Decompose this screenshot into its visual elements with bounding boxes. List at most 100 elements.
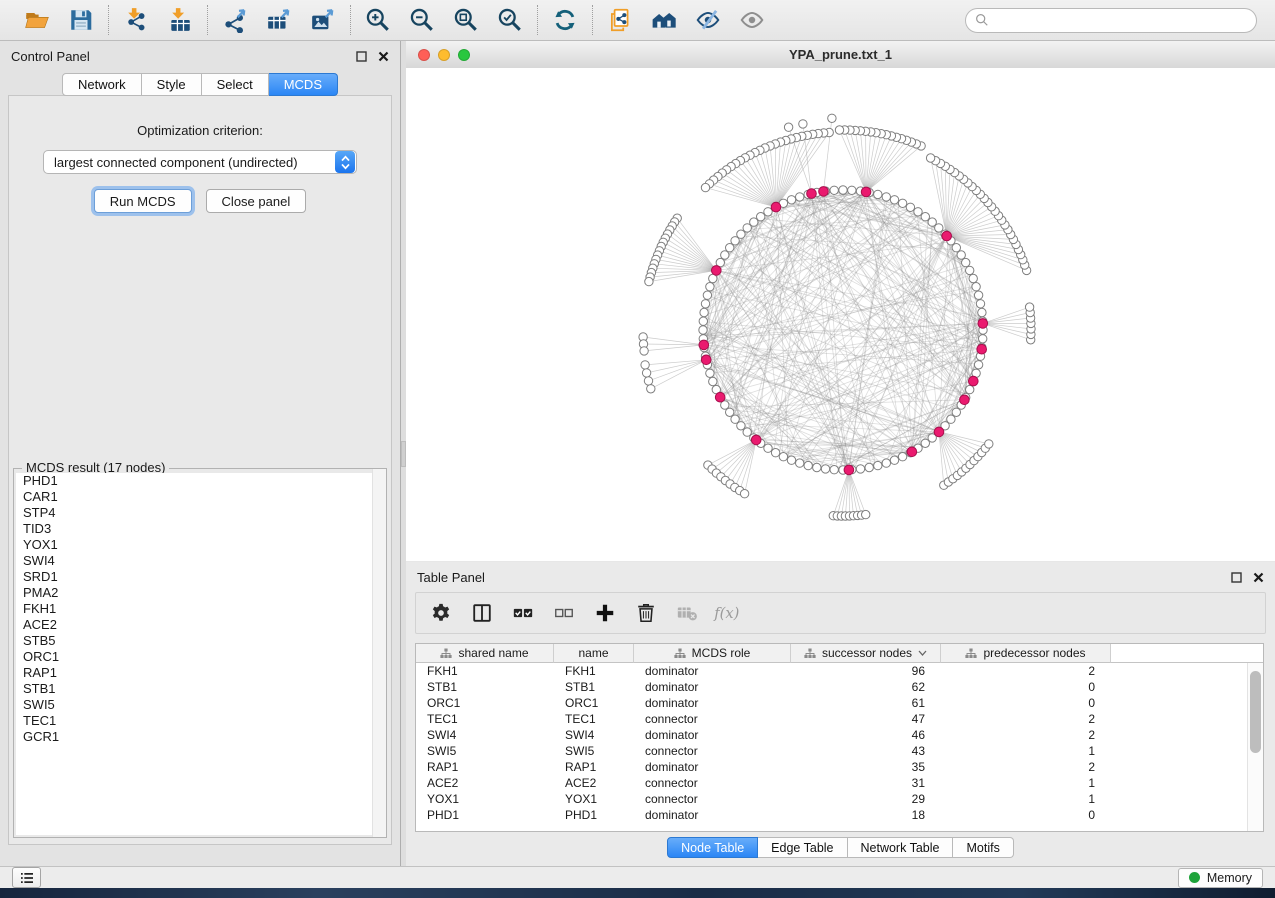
control-panel-title: Control Panel xyxy=(11,49,90,64)
memory-button[interactable]: Memory xyxy=(1178,868,1263,888)
zoom-fit-button[interactable] xyxy=(450,4,482,36)
first-neighbors-icon xyxy=(651,7,677,33)
desktop-wallpaper xyxy=(0,888,1275,898)
table-row[interactable]: STB1STB1dominator620 xyxy=(416,679,1263,695)
mcds-result-item[interactable]: STB1 xyxy=(16,681,384,697)
tab-node-table[interactable]: Node Table xyxy=(667,837,758,858)
table-row[interactable]: FKH1FKH1dominator962 xyxy=(416,663,1263,679)
table-row[interactable]: SWI4SWI4dominator462 xyxy=(416,727,1263,743)
zoom-selected-button[interactable] xyxy=(494,4,526,36)
float-panel-button[interactable] xyxy=(356,51,367,62)
window-minimize-button[interactable] xyxy=(438,49,450,61)
table-row[interactable]: ORC1ORC1dominator610 xyxy=(416,695,1263,711)
hierarchy-icon xyxy=(965,648,977,659)
window-zoom-button[interactable] xyxy=(458,49,470,61)
columns-icon xyxy=(471,602,493,624)
table-cell: 0 xyxy=(941,680,1111,694)
columns-button[interactable] xyxy=(470,601,494,625)
mcds-result-item[interactable]: PMA2 xyxy=(16,585,384,601)
network-graph[interactable] xyxy=(406,68,1275,561)
task-history-button[interactable] xyxy=(12,867,41,888)
run-mcds-button[interactable]: Run MCDS xyxy=(94,189,192,213)
first-neighbors-button[interactable] xyxy=(648,4,680,36)
network-view-window: YPA_prune.txt_1 xyxy=(406,41,1275,561)
mcds-result-item[interactable]: STP4 xyxy=(16,505,384,521)
column-label: predecessor nodes xyxy=(983,646,1085,660)
table-scrollbar[interactable] xyxy=(1247,663,1263,831)
table-cell: dominator xyxy=(634,760,791,774)
tab-network[interactable]: Network xyxy=(62,73,142,96)
export-network-button[interactable] xyxy=(219,4,251,36)
close-panel-icon-button[interactable] xyxy=(378,51,389,62)
table-row[interactable]: PHD1PHD1dominator180 xyxy=(416,807,1263,823)
network-window-titlebar[interactable]: YPA_prune.txt_1 xyxy=(406,41,1275,69)
tab-select[interactable]: Select xyxy=(202,73,269,96)
column-header-successor-nodes[interactable]: successor nodes xyxy=(791,644,941,663)
table-cell: 62 xyxy=(791,680,941,694)
optimization-criterion-select[interactable]: largest connected component (undirected) xyxy=(43,150,357,174)
mcds-result-item[interactable]: SWI5 xyxy=(16,697,384,713)
mcds-result-item[interactable]: SRD1 xyxy=(16,569,384,585)
close-table-panel-button[interactable] xyxy=(1253,572,1264,583)
table-row[interactable]: YOX1YOX1connector291 xyxy=(416,791,1263,807)
mcds-result-item[interactable]: CAR1 xyxy=(16,489,384,505)
float-table-panel-button[interactable] xyxy=(1231,572,1242,583)
tab-network-table[interactable]: Network Table xyxy=(848,837,954,858)
gear-icon xyxy=(430,602,452,624)
duplicate-network-button[interactable] xyxy=(604,4,636,36)
open-folder-icon xyxy=(24,7,50,33)
zoom-in-button[interactable] xyxy=(362,4,394,36)
tab-style[interactable]: Style xyxy=(142,73,202,96)
close-panel-button[interactable]: Close panel xyxy=(206,189,307,213)
add-button[interactable] xyxy=(593,601,617,625)
table-row[interactable]: ACE2ACE2connector311 xyxy=(416,775,1263,791)
mcds-result-item[interactable]: ORC1 xyxy=(16,649,384,665)
hide-selected-button[interactable] xyxy=(692,4,724,36)
export-table-button[interactable] xyxy=(263,4,295,36)
mcds-result-item[interactable]: RAP1 xyxy=(16,665,384,681)
window-close-button[interactable] xyxy=(418,49,430,61)
export-image-button[interactable] xyxy=(307,4,339,36)
open-folder-button[interactable] xyxy=(21,4,53,36)
network-canvas[interactable] xyxy=(406,68,1275,561)
import-network-button[interactable] xyxy=(120,4,152,36)
table-row[interactable]: TEC1TEC1connector472 xyxy=(416,711,1263,727)
table-cell: PHD1 xyxy=(416,808,554,822)
table-cell: dominator xyxy=(634,680,791,694)
import-table-button[interactable] xyxy=(164,4,196,36)
mcds-result-item[interactable]: STB5 xyxy=(16,633,384,649)
table-cell: ACE2 xyxy=(416,776,554,790)
mcds-result-item[interactable]: PHD1 xyxy=(16,473,384,489)
column-label: successor nodes xyxy=(822,646,912,660)
table-row[interactable]: SWI5SWI5connector431 xyxy=(416,743,1263,759)
deselect-all-button[interactable] xyxy=(552,601,576,625)
mcds-result-item[interactable]: YOX1 xyxy=(16,537,384,553)
save-button[interactable] xyxy=(65,4,97,36)
column-header-predecessor-nodes[interactable]: predecessor nodes xyxy=(941,644,1111,663)
tab-motifs[interactable]: Motifs xyxy=(953,837,1013,858)
tab-mcds[interactable]: MCDS xyxy=(269,73,338,96)
mcds-result-item[interactable]: ACE2 xyxy=(16,617,384,633)
show-all-button[interactable] xyxy=(736,4,768,36)
column-header-MCDS-role[interactable]: MCDS role xyxy=(634,644,791,663)
table-cell: STB1 xyxy=(554,680,634,694)
refresh-button[interactable] xyxy=(549,4,581,36)
select-all-icon xyxy=(512,602,534,624)
column-header-name[interactable]: name xyxy=(554,644,634,663)
table-scrollbar-thumb[interactable] xyxy=(1250,671,1261,753)
zoom-out-button[interactable] xyxy=(406,4,438,36)
table-row[interactable]: RAP1RAP1dominator352 xyxy=(416,759,1263,775)
mcds-list-scrollbar[interactable] xyxy=(372,469,386,837)
gear-button[interactable] xyxy=(429,601,453,625)
mcds-result-item[interactable]: TEC1 xyxy=(16,713,384,729)
mcds-result-item[interactable]: TID3 xyxy=(16,521,384,537)
mcds-result-item[interactable]: FKH1 xyxy=(16,601,384,617)
column-header-shared-name[interactable]: shared name xyxy=(416,644,554,663)
tab-edge-table[interactable]: Edge Table xyxy=(758,837,847,858)
criterion-value: largest connected component (undirected) xyxy=(44,155,335,170)
mcds-result-item[interactable]: SWI4 xyxy=(16,553,384,569)
mcds-result-item[interactable]: GCR1 xyxy=(16,729,384,745)
search-input[interactable] xyxy=(995,12,1247,29)
select-all-button[interactable] xyxy=(511,601,535,625)
delete-button[interactable] xyxy=(634,601,658,625)
